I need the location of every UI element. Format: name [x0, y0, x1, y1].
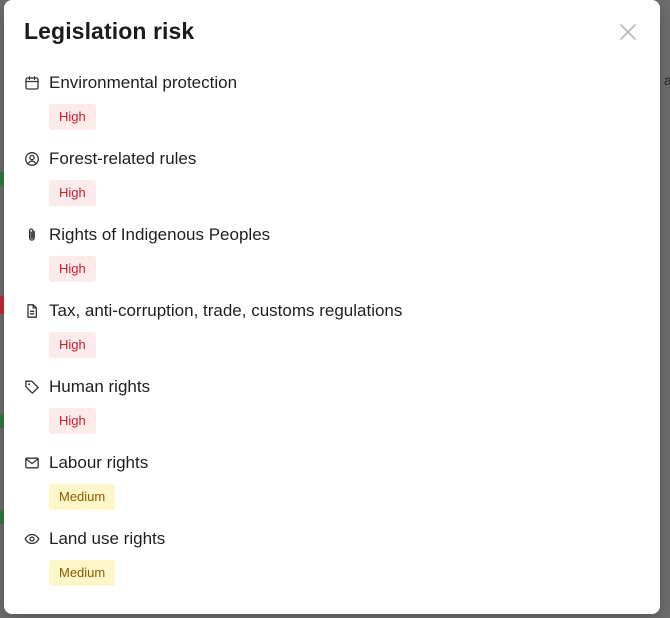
mail-icon	[24, 455, 40, 471]
risk-item-land-use-rights: Land use rights Medium	[24, 524, 624, 600]
risk-item-tax-anti-corruption: Tax, anti-corruption, trade, customs reg…	[24, 296, 624, 372]
eye-icon	[24, 531, 40, 547]
risk-level-badge: Medium	[49, 560, 116, 586]
risk-level-badge: High	[49, 104, 96, 130]
risk-item-human-rights: Human rights High	[24, 372, 624, 448]
close-icon	[620, 24, 636, 40]
risk-label: Rights of Indigenous Peoples	[49, 225, 271, 244]
risk-item-environmental-protection: Environmental protection High	[24, 68, 624, 144]
risk-list: Environmental protection High Forest-rel…	[24, 68, 624, 600]
risk-label: Labour rights	[49, 453, 149, 472]
user-circle-icon	[24, 151, 40, 167]
risk-label: Land use rights	[49, 529, 166, 548]
risk-label: Environmental protection	[49, 73, 238, 92]
risk-level-badge: High	[49, 256, 96, 282]
risk-item-rights-of-indigenous-peoples: Rights of Indigenous Peoples High	[24, 220, 624, 296]
risk-level-badge: High	[49, 332, 96, 358]
risk-item-labour-rights: Labour rights Medium	[24, 448, 624, 524]
tag-icon	[24, 379, 40, 395]
legislation-risk-modal: Legislation risk Environmental protectio…	[4, 0, 660, 614]
paperclip-icon	[24, 227, 40, 243]
risk-item-forest-related-rules: Forest-related rules High	[24, 144, 624, 220]
risk-level-badge: High	[49, 180, 96, 206]
close-button[interactable]	[618, 22, 638, 42]
background-text-fragment: a	[664, 72, 670, 88]
document-icon	[24, 303, 40, 319]
risk-label: Human rights	[49, 377, 151, 396]
risk-level-badge: High	[49, 408, 96, 434]
risk-label: Tax, anti-corruption, trade, customs reg…	[49, 301, 403, 320]
risk-level-badge: Medium	[49, 484, 116, 510]
modal-title: Legislation risk	[24, 18, 195, 44]
risk-label: Forest-related rules	[49, 149, 197, 168]
calendar-icon	[24, 75, 40, 91]
